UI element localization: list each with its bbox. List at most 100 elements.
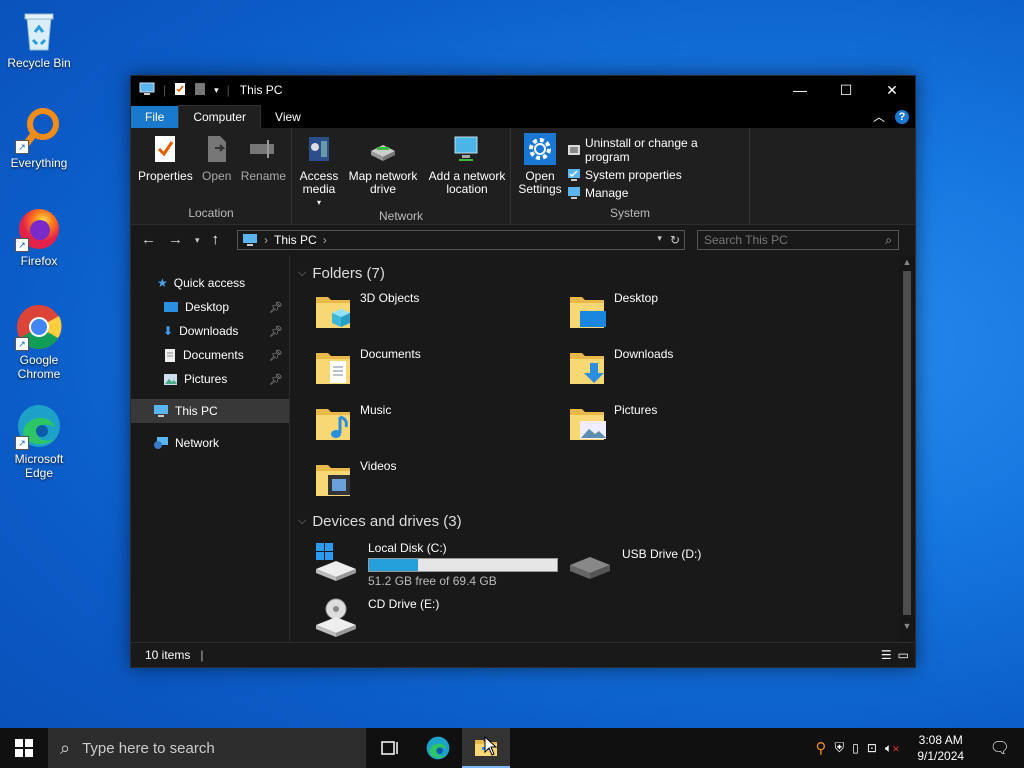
- manage-button[interactable]: Manage: [567, 186, 745, 200]
- nav-item-pictures[interactable]: Pictures 📌︎: [131, 367, 289, 391]
- folder-music[interactable]: Music: [314, 403, 568, 443]
- recent-locations-icon[interactable]: ▾: [195, 231, 200, 249]
- ribbon-tabs: File Computer View ︿ ?: [131, 104, 915, 128]
- scrollbar-thumb[interactable]: [903, 271, 911, 615]
- videos-folder-icon: [316, 465, 350, 496]
- help-icon[interactable]: ?: [895, 109, 909, 124]
- add-network-location-button[interactable]: Add a network location: [424, 132, 510, 209]
- desktop-icon-google-chrome[interactable]: ↗ Google Chrome: [4, 303, 74, 381]
- map-network-drive-button[interactable]: Map network drive: [344, 132, 422, 209]
- refresh-icon[interactable]: ↻: [670, 233, 680, 247]
- pin-icon[interactable]: 📌︎: [269, 349, 283, 362]
- drive-c[interactable]: Local Disk (C:) 51.2 GB free of 69.4 GB: [314, 541, 568, 588]
- customize-quick-access-icon[interactable]: ▾: [214, 85, 219, 96]
- volume-muted-icon[interactable]: 🔈︎✕: [885, 741, 900, 756]
- task-view-button[interactable]: [366, 728, 414, 768]
- this-pc-icon: [139, 82, 155, 99]
- folder-documents[interactable]: Documents: [314, 347, 568, 387]
- nav-item-desktop[interactable]: Desktop 📌︎: [131, 295, 289, 319]
- scroll-up-icon[interactable]: ▲: [899, 257, 915, 267]
- drive-e[interactable]: CD Drive (E:): [314, 597, 568, 643]
- desktop-icon-microsoft-edge[interactable]: ↗ Microsoft Edge: [4, 402, 74, 480]
- folder-desktop[interactable]: Desktop: [568, 291, 822, 331]
- details-view-icon[interactable]: ☰: [881, 648, 892, 662]
- nav-item-quick-access[interactable]: ★ Quick access: [131, 271, 289, 295]
- new-folder-quick-access-icon[interactable]: [194, 82, 206, 99]
- pin-icon[interactable]: 📌︎: [269, 301, 283, 314]
- file-explorer-window: | ▾ | This PC — ☐ ✕ File Computer View ︿…: [130, 75, 916, 668]
- search-icon[interactable]: ⌕: [885, 233, 892, 248]
- nav-item-downloads[interactable]: ⬇ Downloads 📌︎: [131, 319, 289, 343]
- notifications-icon[interactable]: 🗨︎: [982, 738, 1018, 758]
- this-pc-icon: [243, 234, 257, 246]
- documents-folder-icon: [316, 353, 350, 384]
- security-shield-icon[interactable]: ⛨: [835, 740, 845, 756]
- usb-eject-icon[interactable]: ▯: [852, 741, 859, 755]
- drive-c-free-space: 51.2 GB free of 69.4 GB: [368, 574, 497, 588]
- uninstall-program-button[interactable]: Uninstall or change a program: [567, 136, 745, 164]
- folder-videos[interactable]: Videos: [314, 459, 568, 499]
- rename-button[interactable]: Rename: [238, 132, 289, 206]
- breadcrumb-chevron-icon[interactable]: ›: [323, 233, 327, 247]
- breadcrumb-chevron-icon[interactable]: ›: [264, 233, 268, 247]
- folder-3d-objects[interactable]: 3D Objects: [314, 291, 568, 331]
- maximize-button[interactable]: ☐: [823, 76, 869, 104]
- drive-d[interactable]: USB Drive (D:): [568, 541, 822, 587]
- recycle-bin-icon: [15, 6, 63, 54]
- network-tray-icon[interactable]: ⊡: [867, 741, 877, 755]
- vertical-scrollbar[interactable]: ▲ ▼: [899, 255, 915, 643]
- address-input[interactable]: › This PC › ▾ ↻: [237, 230, 685, 250]
- title-bar[interactable]: | ▾ | This PC — ☐ ✕: [131, 76, 915, 104]
- access-media-button[interactable]: Access media ▾: [296, 132, 342, 209]
- everything-tray-icon[interactable]: ⚲: [816, 739, 827, 757]
- up-arrow-icon[interactable]: ↑: [212, 231, 220, 249]
- address-dropdown-icon[interactable]: ▾: [657, 233, 662, 247]
- desktop-icon-recycle-bin[interactable]: Recycle Bin: [4, 6, 74, 70]
- folders-section-header[interactable]: ⌵ Folders (7): [298, 261, 915, 285]
- programs-icon: [567, 145, 580, 155]
- rename-icon: [247, 132, 279, 166]
- system-properties-button[interactable]: System properties: [567, 168, 745, 182]
- minimize-button[interactable]: —: [777, 76, 823, 104]
- ribbon-group-network: Access media ▾ Map network drive Add a ne…: [292, 128, 511, 224]
- properties-button[interactable]: Properties: [135, 132, 196, 206]
- properties-quick-access-icon[interactable]: [174, 82, 186, 99]
- open-settings-button[interactable]: Open Settings: [515, 132, 565, 206]
- close-button[interactable]: ✕: [869, 76, 915, 104]
- folders-grid: 3D Objects Desktop Documents Downloads M…: [298, 291, 915, 499]
- cd-drive-icon: [316, 598, 356, 637]
- tab-file[interactable]: File: [131, 106, 179, 128]
- content-area: ★ Quick access Desktop 📌︎ ⬇ Downloads 📌︎…: [131, 255, 915, 643]
- folder-pictures[interactable]: Pictures: [568, 403, 822, 443]
- media-icon: [303, 132, 335, 166]
- breadcrumb-this-pc[interactable]: This PC: [274, 233, 317, 247]
- collapse-chevron-icon[interactable]: ⌵: [298, 515, 306, 528]
- large-icons-view-icon[interactable]: ▭: [898, 648, 909, 662]
- mouse-cursor-icon: [484, 736, 498, 756]
- search-input[interactable]: Search This PC ⌕: [697, 230, 899, 250]
- nav-item-network[interactable]: Network: [131, 431, 289, 455]
- pin-icon[interactable]: 📌︎: [269, 373, 283, 386]
- scroll-down-icon[interactable]: ▼: [899, 621, 915, 631]
- open-button[interactable]: Open: [198, 132, 236, 206]
- taskbar-search-box[interactable]: ⌕ Type here to search: [48, 728, 366, 768]
- tab-computer[interactable]: Computer: [178, 105, 262, 128]
- documents-icon: [165, 348, 175, 362]
- forward-arrow-icon[interactable]: →: [168, 231, 183, 249]
- desktop-icon-everything[interactable]: ↗ Everything: [4, 106, 74, 170]
- nav-item-documents[interactable]: Documents 📌︎: [131, 343, 289, 367]
- start-button[interactable]: [0, 728, 48, 768]
- collapse-ribbon-icon[interactable]: ︿: [873, 108, 885, 125]
- desktop-icon-label: Microsoft Edge: [14, 452, 64, 480]
- drives-section-header[interactable]: ⌵ Devices and drives (3): [298, 509, 915, 533]
- folder-downloads[interactable]: Downloads: [568, 347, 822, 387]
- back-arrow-icon[interactable]: ←: [141, 231, 156, 249]
- nav-item-this-pc[interactable]: This PC: [131, 399, 289, 423]
- tab-view[interactable]: View: [261, 106, 315, 128]
- clock[interactable]: 3:08 AM 9/1/2024: [908, 732, 974, 764]
- taskbar-edge-button[interactable]: [414, 728, 462, 768]
- collapse-chevron-icon[interactable]: ⌵: [298, 267, 306, 280]
- pin-icon[interactable]: 📌︎: [269, 325, 283, 338]
- desktop-icon-firefox[interactable]: ↗ Firefox: [4, 204, 74, 268]
- group-label-system: System: [609, 206, 650, 220]
